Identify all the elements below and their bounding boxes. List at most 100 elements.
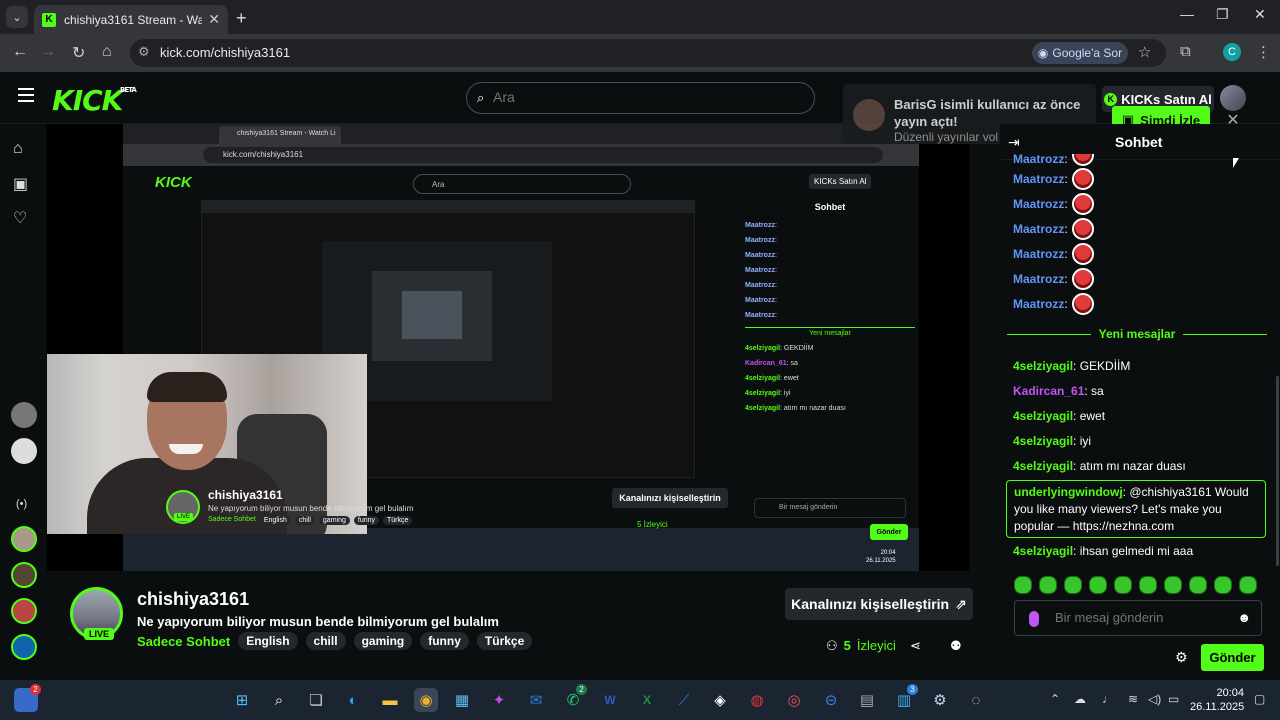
maximize-icon[interactable]: ❐ <box>1216 6 1229 23</box>
obs-icon[interactable]: ◌ <box>964 688 988 712</box>
close-window-icon[interactable]: ✕ <box>1254 6 1266 23</box>
chrome-icon[interactable]: ◉ <box>414 688 438 712</box>
weather-widget-icon[interactable]: 2 <box>14 684 41 712</box>
search-taskbar-icon[interactable]: ⌕ <box>267 688 291 712</box>
url-text: kick.com/chishiya3161 <box>160 45 291 60</box>
chat-message: Maatrozz: <box>1013 191 1267 216</box>
app-swirl-icon[interactable]: ◎ <box>782 688 806 712</box>
followed-channel-avatar[interactable] <box>11 438 37 464</box>
send-button[interactable]: Gönder <box>1201 644 1264 671</box>
following-nav-icon[interactable]: ♡ <box>13 208 27 228</box>
home-icon[interactable]: ⌂ <box>102 43 112 61</box>
emote-icon[interactable] <box>1164 576 1182 594</box>
task-view-icon[interactable]: ❏ <box>304 688 328 712</box>
extensions-icon[interactable]: ⧉ <box>1180 43 1191 60</box>
outlook-icon[interactable]: ✉ <box>524 688 548 712</box>
edge-icon[interactable]: ◐ <box>341 688 365 712</box>
customize-channel-button[interactable]: Kanalınızı kişiselleştirin ⇗ <box>785 588 973 620</box>
reload-icon[interactable]: ↻ <box>72 43 85 63</box>
profile-avatar[interactable]: C <box>1223 43 1241 61</box>
bookmark-star-icon[interactable]: ☆ <box>1138 43 1151 61</box>
emote-icon <box>1071 192 1094 215</box>
chat-message: 4selziyagil: ihsan gelmedi mi aaa <box>1013 544 1194 558</box>
messenger-icon[interactable]: ⊝ <box>819 688 843 712</box>
calculator-icon[interactable]: ▤ <box>855 688 879 712</box>
browse-nav-icon[interactable]: ▣ <box>13 174 28 194</box>
tag[interactable]: English <box>238 632 298 650</box>
google-ask-button[interactable]: ◉ Google'a Sor <box>1032 42 1128 64</box>
chat-scrollbar[interactable] <box>1276 376 1279 566</box>
chat-messages: Maatrozz: Maatrozz: Maatrozz: Maatrozz: … <box>1013 154 1267 316</box>
omnibox[interactable]: ⚙ kick.com/chishiya3161 <box>130 39 1166 67</box>
captured-taskbar <box>123 528 919 571</box>
windows-start-icon[interactable]: ⊞ <box>230 688 254 712</box>
chat-input-box[interactable]: ☻ <box>1014 600 1262 636</box>
user-avatar[interactable] <box>1220 85 1246 111</box>
emote-icon[interactable] <box>1214 576 1232 594</box>
followed-channel-avatar[interactable] <box>11 402 37 428</box>
search-input[interactable] <box>493 89 793 105</box>
emote-icon[interactable] <box>1189 576 1207 594</box>
wifi-icon[interactable]: ≋ <box>1128 692 1138 706</box>
whatsapp-icon[interactable]: ✆ 2 <box>561 684 587 712</box>
add-friend-icon[interactable]: ⚉ <box>950 638 962 654</box>
word-icon[interactable]: W <box>598 688 622 712</box>
file-explorer-icon[interactable]: ▬ <box>378 688 402 712</box>
chat-title: Sohbet <box>1115 134 1163 150</box>
home-nav-icon[interactable]: ⌂ <box>13 140 23 158</box>
emote-icon <box>1071 217 1094 240</box>
steam-icon[interactable]: ⚙ <box>928 688 952 712</box>
site-info-icon[interactable]: ⚙ <box>138 44 150 60</box>
copilot-icon[interactable]: ✦ <box>487 688 511 712</box>
mic-tray-icon[interactable]: ♩ <box>1102 692 1114 706</box>
new-tab-icon[interactable]: + <box>236 8 247 29</box>
back-icon[interactable]: ← <box>12 43 28 61</box>
microphone-icon[interactable] <box>1029 611 1039 627</box>
emote-icon[interactable] <box>1089 576 1107 594</box>
menu-icon[interactable] <box>18 88 34 102</box>
excel-icon[interactable]: X <box>635 688 659 712</box>
emote-icon[interactable] <box>1239 576 1257 594</box>
volume-icon[interactable]: ◁) <box>1148 692 1161 706</box>
emote-icon[interactable] <box>1039 576 1057 594</box>
browser-tab[interactable]: K chishiya3161 Stream - Watch Li ✕ <box>34 5 228 34</box>
chat-input[interactable] <box>1055 610 1235 625</box>
store-icon[interactable]: ▦ <box>450 688 474 712</box>
cloud-icon[interactable]: ☁ <box>1074 692 1086 706</box>
battery-icon[interactable]: ▭ <box>1168 692 1179 706</box>
live-channel-avatar[interactable] <box>11 526 37 552</box>
collapse-chat-icon[interactable]: ⇥ <box>1008 134 1020 151</box>
chat-message: 4selziyagil: ewet <box>1013 409 1106 423</box>
tag[interactable]: funny <box>420 632 469 650</box>
share-icon[interactable]: ⋖ <box>910 638 921 654</box>
search-bar[interactable]: ⌕ <box>466 82 815 114</box>
minimize-icon[interactable]: — <box>1180 6 1194 22</box>
streamer-name[interactable]: chishiya3161 <box>137 589 249 610</box>
app-icon[interactable]: ⟋ <box>672 688 696 712</box>
emote-icon[interactable] <box>1064 576 1082 594</box>
chat-settings-icon[interactable]: ⚙ <box>1175 649 1188 666</box>
emote-icon[interactable] <box>1139 576 1157 594</box>
category-link[interactable]: Sadece Sohbet <box>137 634 230 649</box>
live-channel-avatar[interactable] <box>11 598 37 624</box>
notifications-icon[interactable]: ▢ <box>1254 692 1265 706</box>
recorder-icon[interactable]: ◍ <box>745 688 769 712</box>
forward-icon[interactable]: → <box>40 43 56 61</box>
close-tab-icon[interactable]: ✕ <box>208 11 220 28</box>
emoji-icon[interactable]: ☻ <box>1237 610 1251 625</box>
live-channel-avatar[interactable] <box>11 562 37 588</box>
tray-chevron-icon[interactable]: ⌃ <box>1050 692 1060 706</box>
live-channel-avatar[interactable] <box>11 634 37 660</box>
tab-search-icon[interactable]: ⌄ <box>6 6 28 28</box>
tag[interactable]: Türkçe <box>476 632 533 650</box>
kick-logo[interactable]: KICK BETA <box>52 84 137 117</box>
tag[interactable]: gaming <box>353 632 413 650</box>
shield-icon[interactable]: ◈ <box>708 688 732 712</box>
taskbar-clock[interactable]: 20:04 26.11.2025 <box>1190 686 1244 714</box>
new-messages-divider[interactable]: Yeni mesajlar <box>1007 327 1267 349</box>
browser-menu-icon[interactable]: ⋮ <box>1256 43 1271 61</box>
emote-icon[interactable] <box>1114 576 1132 594</box>
taskbar-app-icon[interactable]: ▥ 3 <box>892 684 918 712</box>
tag[interactable]: chill <box>305 632 346 650</box>
emote-icon[interactable] <box>1014 576 1032 594</box>
